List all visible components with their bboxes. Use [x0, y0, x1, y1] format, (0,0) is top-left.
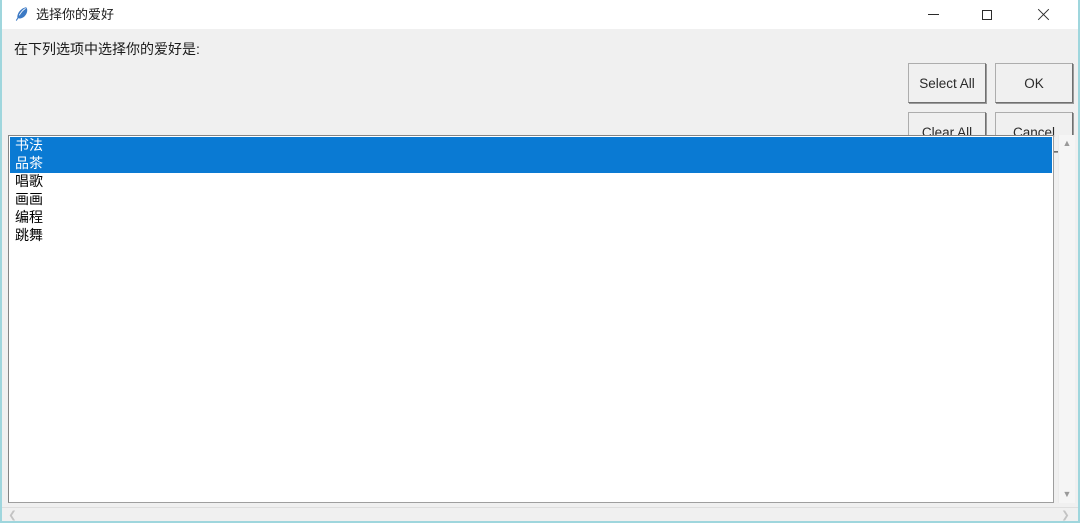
hobby-listbox[interactable]: 书法 品茶 唱歌 画画 编程 跳舞: [8, 135, 1054, 503]
listbox-item[interactable]: 品茶: [10, 155, 1052, 173]
window-title: 选择你的爱好: [36, 7, 115, 22]
maximize-icon: [982, 9, 992, 20]
listbox-item[interactable]: 编程: [10, 209, 1052, 227]
horizontal-scrollbar[interactable]: ❮ ❯: [2, 507, 1078, 521]
vertical-scrollbar[interactable]: ▲ ▼: [1058, 135, 1075, 503]
app-window: 选择你的爱好 在下列选项中选择你的爱好是: Select All OK Clea…: [0, 0, 1080, 523]
feather-icon: [12, 5, 30, 23]
chevron-left-icon[interactable]: ❮: [4, 508, 21, 521]
title-bar: 选择你的爱好: [2, 0, 1078, 30]
chevron-down-icon[interactable]: ▼: [1059, 486, 1075, 503]
maximize-button[interactable]: [964, 0, 1010, 29]
client-area: 在下列选项中选择你的爱好是: Select All OK Clear All C…: [2, 29, 1078, 521]
close-icon: [1037, 9, 1049, 21]
listbox-item[interactable]: 唱歌: [10, 173, 1052, 191]
listbox-item[interactable]: 画画: [10, 191, 1052, 209]
close-button[interactable]: [1020, 0, 1066, 29]
listbox-item[interactable]: 书法: [10, 137, 1052, 155]
select-all-button[interactable]: Select All: [908, 63, 986, 103]
chevron-up-icon[interactable]: ▲: [1059, 135, 1075, 152]
ok-button[interactable]: OK: [995, 63, 1073, 103]
chevron-right-icon[interactable]: ❯: [1057, 508, 1074, 521]
minimize-button[interactable]: [910, 0, 956, 29]
minimize-icon: [927, 14, 939, 15]
listbox-item[interactable]: 跳舞: [10, 227, 1052, 245]
listbox-items: 书法 品茶 唱歌 画画 编程 跳舞: [10, 137, 1052, 501]
prompt-label: 在下列选项中选择你的爱好是:: [14, 41, 200, 57]
